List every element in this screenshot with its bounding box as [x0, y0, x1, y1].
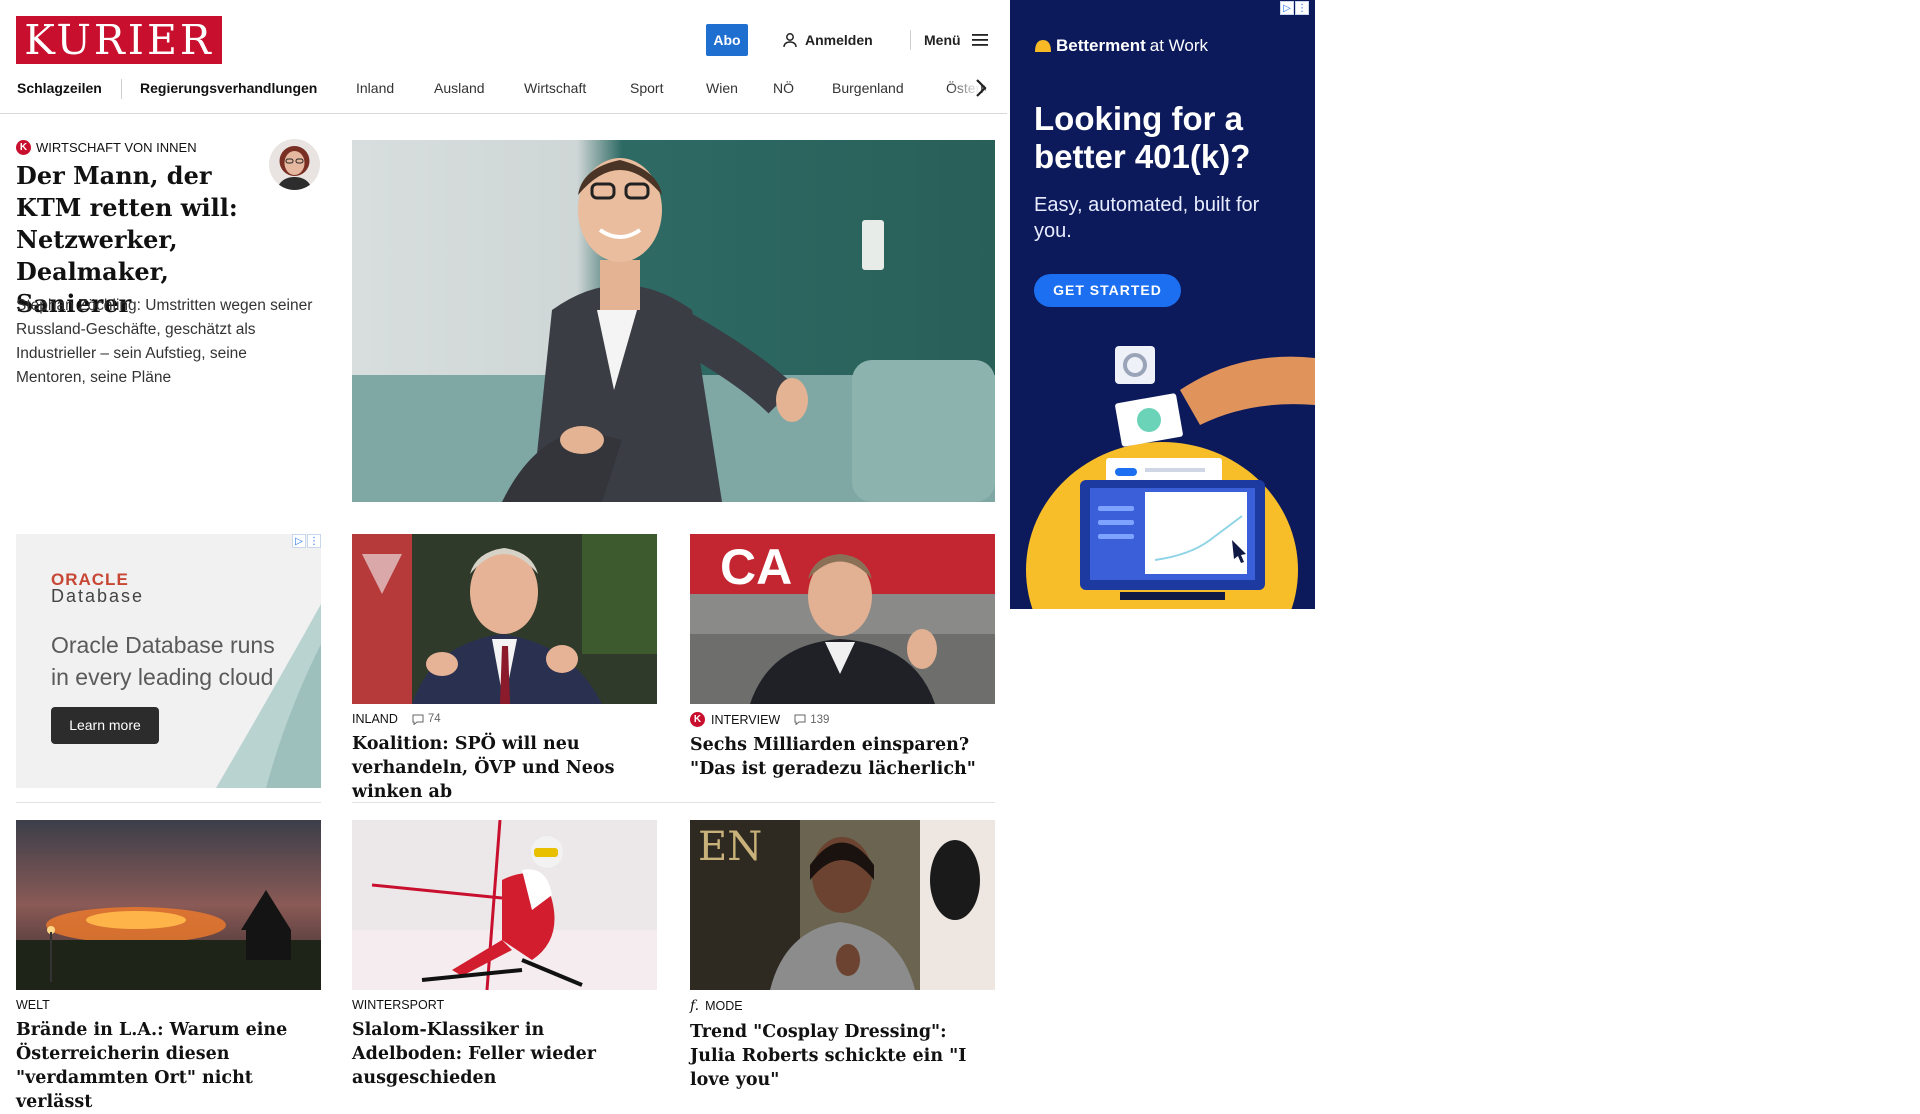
- oracle-headline: Oracle Database runs in every leading cl…: [51, 632, 275, 690]
- comment-icon: [794, 714, 806, 725]
- article-meta: K INTERVIEW 139: [690, 712, 995, 727]
- kurier-badge-icon: K: [16, 140, 31, 155]
- site-header: KURIER Abo Anmelden Menü Schlagzeilen Re…: [0, 0, 1007, 114]
- hamburger-icon: [971, 34, 988, 46]
- article-image[interactable]: [352, 534, 657, 704]
- lead-image[interactable]: [352, 140, 995, 502]
- comment-count-value: 139: [810, 713, 830, 726]
- header-divider: [910, 30, 911, 50]
- user-icon: [783, 33, 797, 48]
- article-card[interactable]: CA K INTERVIEW 139 Sechs Milliarden eins…: [690, 534, 995, 781]
- article-headline[interactable]: Koalition: SPÖ will neu verhan­deln, ÖVP…: [352, 732, 657, 804]
- ad-info-icon: ⋮: [1295, 1, 1309, 15]
- comment-icon: [412, 714, 424, 725]
- article-image[interactable]: [16, 820, 321, 990]
- ad-choices-badge[interactable]: ▷ ⋮: [292, 534, 321, 548]
- menu-button[interactable]: Menü: [924, 30, 989, 50]
- article-image[interactable]: EN: [690, 820, 995, 990]
- nav-item-wirtschaft[interactable]: Wirtschaft: [524, 80, 586, 96]
- article-card[interactable]: INLAND 74 Koalition: SPÖ will neu verhan…: [352, 534, 657, 804]
- menu-label: Menü: [924, 32, 961, 48]
- ad-info-icon: ⋮: [307, 534, 321, 548]
- ad-oracle[interactable]: ▷ ⋮ ORACLE Database Oracle Database runs…: [16, 534, 321, 788]
- ad-choices-badge[interactable]: ▷ ⋮: [1280, 1, 1309, 15]
- chevron-right-icon[interactable]: [971, 76, 991, 100]
- article-image[interactable]: [352, 820, 657, 990]
- nav-item-burgenland[interactable]: Burgenland: [832, 80, 904, 96]
- article-meta: INLAND 74: [352, 712, 657, 726]
- betterment-brand-suffix: at Work: [1149, 36, 1209, 55]
- article-headline[interactable]: Trend "Cosplay Dressing": Julia Roberts …: [690, 1020, 995, 1092]
- lead-kicker-label: WIRTSCHAFT VON INNEN: [36, 140, 197, 155]
- kurier-badge-icon: K: [690, 712, 705, 727]
- article-meta: f. MODE: [690, 998, 995, 1014]
- kurier-logo[interactable]: KURIER: [16, 16, 222, 64]
- article-kicker[interactable]: WINTERSPORT: [352, 998, 444, 1012]
- betterment-illustration: [1026, 346, 1315, 609]
- article-headline[interactable]: Sechs Milliarden einsparen? "Das ist ger…: [690, 733, 995, 781]
- betterment-get-started-button[interactable]: GET STARTED: [1034, 274, 1181, 307]
- article-meta: WINTERSPORT: [352, 998, 657, 1012]
- row-divider: [16, 802, 321, 803]
- nav-item-regierungsverhandlungen[interactable]: Regierungsverhandlungen: [140, 80, 317, 96]
- article-card[interactable]: WELT Brände in L.A.: Warum eine Öster­re…: [16, 820, 321, 1114]
- nav-item-ausland[interactable]: Ausland: [434, 80, 485, 96]
- betterment-brand: Betterment: [1056, 36, 1146, 55]
- nav-divider: [121, 79, 122, 99]
- ad-betterment[interactable]: ▷ ⋮ Betterment at Work Looking for a bet…: [1010, 0, 1315, 609]
- betterment-logo: Betterment at Work: [1034, 36, 1208, 56]
- article-kicker[interactable]: MODE: [705, 999, 743, 1013]
- svg-text:CA: CA: [720, 539, 792, 595]
- article-meta: WELT: [16, 998, 321, 1012]
- lead-teaser[interactable]: Stephan Zöchling: Umstritten wegen seine…: [16, 294, 316, 390]
- betterment-headline: Looking for a better 401(k)?: [1034, 100, 1251, 175]
- adchoices-icon: ▷: [1280, 1, 1294, 15]
- nav-item-wien[interactable]: Wien: [706, 80, 738, 96]
- comment-count[interactable]: 139: [794, 714, 829, 726]
- article-kicker[interactable]: INTERVIEW: [711, 713, 780, 727]
- comment-count[interactable]: 74: [412, 713, 441, 725]
- adchoices-icon: ▷: [292, 534, 306, 548]
- article-headline[interactable]: Slalom-Klassiker in Adelboden: Feller wi…: [352, 1018, 657, 1090]
- abo-button[interactable]: Abo: [706, 24, 748, 56]
- lead-kicker[interactable]: K WIRTSCHAFT VON INNEN: [16, 140, 197, 155]
- section-nav: Schlagzeilen Regierungsverhandlungen Inl…: [16, 78, 986, 100]
- row-divider: [352, 802, 995, 803]
- login-button[interactable]: Anmelden: [782, 30, 873, 50]
- nav-item-sport[interactable]: Sport: [630, 80, 663, 96]
- oracle-learn-more-button[interactable]: Learn more: [51, 707, 159, 744]
- article-kicker[interactable]: INLAND: [352, 712, 398, 726]
- nav-item-schlagzeilen[interactable]: Schlagzeilen: [17, 80, 102, 96]
- betterment-mark-icon: [1035, 40, 1051, 52]
- nav-item-inland[interactable]: Inland: [356, 80, 394, 96]
- article-image[interactable]: CA: [690, 534, 995, 704]
- article-kicker[interactable]: WELT: [16, 998, 50, 1012]
- article-headline[interactable]: Brände in L.A.: Warum eine Öster­reicher…: [16, 1018, 321, 1114]
- login-label: Anmelden: [805, 32, 873, 48]
- article-card[interactable]: EN f. MODE Trend "Cosplay Dressing": Jul…: [690, 820, 995, 1092]
- mode-f-icon: f.: [690, 998, 700, 1014]
- article-card[interactable]: WINTERSPORT Slalom-Klassiker in Adelbode…: [352, 820, 657, 1090]
- comment-count-value: 74: [427, 713, 441, 725]
- oracle-product: Database: [51, 586, 145, 606]
- svg-text:EN: EN: [698, 824, 762, 870]
- betterment-subline: Easy, automated, built for you.: [1034, 194, 1260, 242]
- nav-item-noe[interactable]: NÖ: [773, 80, 794, 96]
